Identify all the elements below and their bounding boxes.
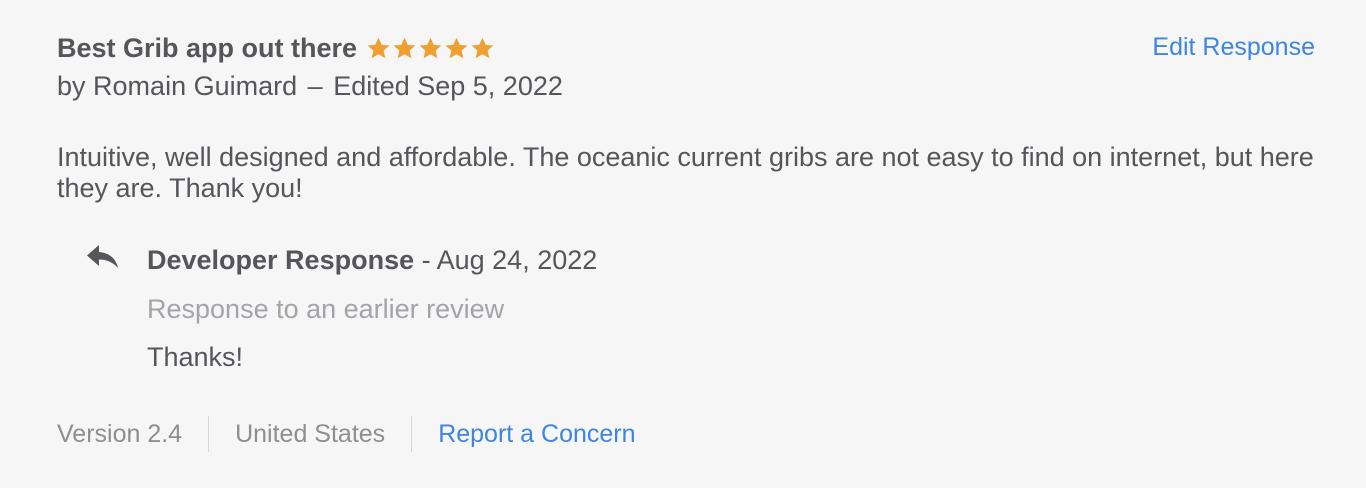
developer-response-text: Thanks! — [147, 342, 244, 372]
version-label: Version 2.4 — [57, 419, 183, 448]
developer-response-subtitle: Response to an earlier review — [147, 294, 505, 324]
review-body: Intuitive, well designed and affordable.… — [57, 142, 1314, 203]
author-name: Romain Guimard — [93, 71, 298, 101]
footer-divider — [411, 416, 413, 452]
footer-divider — [208, 416, 210, 452]
author-prefix: by — [57, 71, 86, 101]
star-icon — [418, 36, 443, 61]
star-icon — [366, 36, 391, 61]
star-icon — [392, 36, 417, 61]
review-title-row: Best Grib app out there — [57, 28, 496, 68]
star-icon — [444, 36, 469, 61]
developer-response-header: Developer Response - Aug 24, 2022 — [147, 245, 597, 276]
developer-response-date: - Aug 24, 2022 — [414, 245, 598, 275]
report-concern-link[interactable]: Report a Concern — [438, 420, 635, 449]
byline-separator: – — [307, 71, 323, 101]
star-icon — [470, 36, 495, 61]
reply-arrow-icon — [85, 242, 121, 272]
review-title: Best Grib app out there — [57, 32, 358, 63]
edited-date: Edited Sep 5, 2022 — [333, 71, 563, 101]
edit-response-link[interactable]: Edit Response — [1152, 33, 1315, 62]
review-card: Best Grib app out there Edit Response by… — [0, 0, 1366, 488]
developer-response-title: Developer Response — [147, 245, 415, 275]
star-rating — [366, 36, 496, 61]
review-byline: by Romain Guimard – Edited Sep 5, 2022 — [57, 71, 563, 102]
review-footer: Version 2.4 United States Report a Conce… — [57, 415, 636, 453]
country-label: United States — [235, 419, 386, 448]
